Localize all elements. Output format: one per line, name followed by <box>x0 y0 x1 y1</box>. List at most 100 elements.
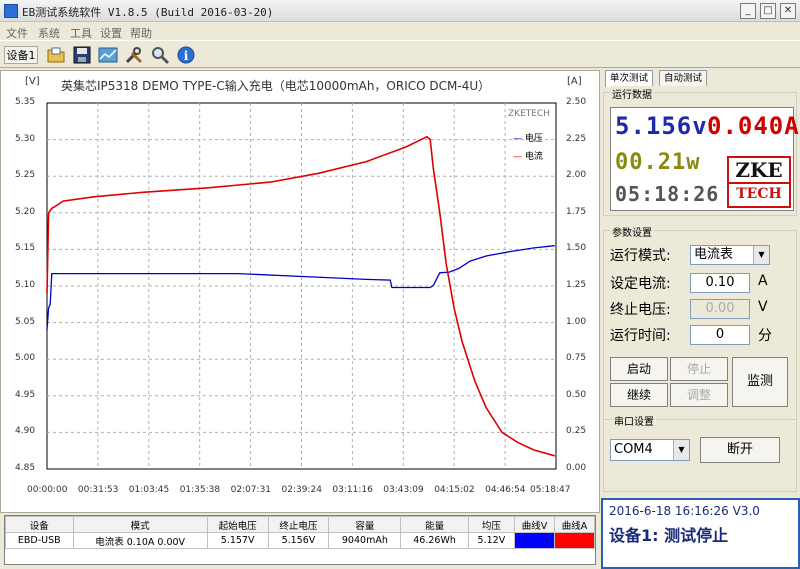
stats-header-row: 设备 模式 起始电压 终止电压 容量 能量 均压 曲线V 曲线A <box>5 516 595 533</box>
chart-plot <box>46 102 557 470</box>
continue-button[interactable]: 继续 <box>610 383 668 407</box>
x-tick-label: 04:46:54 <box>485 485 526 495</box>
y-right-tick-label: 2.50 <box>566 97 587 107</box>
menu-settings[interactable]: 设置 <box>100 25 122 41</box>
y-right-tick-label: 0.75 <box>566 353 587 364</box>
y-right-tick-label: 0.50 <box>566 389 587 400</box>
run-time-label: 运行时间: <box>610 328 671 344</box>
monitor-button[interactable]: 监测 <box>732 357 788 407</box>
cutoff-voltage-unit: V <box>758 299 768 315</box>
legend-voltage: — 电压 <box>513 134 543 144</box>
lcd-display: 5.156v 0.040A 00.21w 05:18:26 ZKE TECH <box>610 107 799 211</box>
chevron-down-icon[interactable]: ▼ <box>753 246 769 264</box>
col-device: 设备 <box>5 516 74 533</box>
serial-title: 串口设置 <box>612 413 656 428</box>
status-box: 2016-6-18 16:16:26 V3.0 设备1: 测试停止 <box>601 498 800 569</box>
save-icon[interactable] <box>72 45 92 65</box>
cell-end-voltage: 5.156V <box>267 532 330 549</box>
x-tick-label: 03:43:09 <box>383 485 424 495</box>
y-left-tick-label: 4.95 <box>15 389 36 400</box>
y-left-tick-label: 5.35 <box>15 97 36 107</box>
x-tick-label: 02:39:24 <box>281 485 322 495</box>
x-tick-label: 00:31:53 <box>77 485 119 495</box>
y-right-tick-label: 1.50 <box>566 243 587 254</box>
set-current-unit: A <box>758 273 768 289</box>
cutoff-voltage-input[interactable]: 0.00 <box>690 299 750 319</box>
x-tick-label: 05:18:47 <box>530 485 571 495</box>
power-readout: 00.21w <box>615 150 701 175</box>
minimize-button[interactable]: _ <box>740 3 756 19</box>
stop-button[interactable]: 停止 <box>670 357 728 381</box>
params-title: 参数设置 <box>610 224 654 239</box>
open-icon[interactable] <box>46 45 66 65</box>
maximize-button[interactable]: □ <box>760 3 776 19</box>
search-icon[interactable] <box>150 45 170 65</box>
y-right-tick-label: 2.00 <box>566 170 587 181</box>
chart-panel: [V] 英集芯IP5318 DEMO TYPE-C输入充电（电芯10000mAh… <box>0 70 600 513</box>
title-bar: EB测试系统软件 V1.8.5 (Build 2016-03-20) _ □ ✕ <box>0 0 800 22</box>
params-group: 参数设置 运行模式: 电流表 ▼ 设定电流: 0.10 A 终止电压: 0.00… <box>603 224 797 492</box>
cell-curve-v-color[interactable] <box>514 532 555 549</box>
com-port-select[interactable]: COM4 ▼ <box>610 439 690 461</box>
x-tick-label: 04:15:02 <box>434 485 475 495</box>
menu-tools[interactable]: 工具 <box>70 25 92 41</box>
cell-energy: 46.26Wh <box>400 532 469 549</box>
legend-current: — 电流 <box>513 152 543 162</box>
x-tick-label: 03:11:16 <box>332 485 373 495</box>
cell-capacity: 9040mAh <box>328 532 402 549</box>
cell-start-voltage: 5.157V <box>206 532 269 549</box>
set-current-label: 设定电流: <box>610 276 671 292</box>
info-icon[interactable]: i <box>176 45 196 65</box>
voltage-readout: 5.156v <box>615 112 708 140</box>
x-tick-label: 01:03:45 <box>128 485 170 495</box>
x-tick-label: 02:07:31 <box>230 485 272 495</box>
status-timestamp: 2016-6-18 16:16:26 V3.0 <box>609 504 760 518</box>
mode-label: 运行模式: <box>610 248 671 264</box>
tab-auto-test[interactable]: 自动测试 <box>659 70 708 86</box>
set-current-input[interactable]: 0.10 <box>690 273 750 293</box>
x-tick-label: 00:00:00 <box>27 485 68 495</box>
device-select-button[interactable]: 设备1 <box>4 46 38 64</box>
app-icon <box>4 4 18 18</box>
chevron-down-icon[interactable]: ▼ <box>673 440 689 460</box>
y-right-tick-label: 2.25 <box>566 133 587 144</box>
menu-system[interactable]: 系统 <box>38 25 60 41</box>
y-left-tick-label: 5.05 <box>15 316 36 327</box>
col-energy: 能量 <box>400 516 469 533</box>
y-right-tick-label: 1.00 <box>566 316 587 327</box>
menu-file[interactable]: 文件 <box>6 25 28 41</box>
svg-text:i: i <box>184 49 189 63</box>
mode-select[interactable]: 电流表 ▼ <box>690 245 770 265</box>
table-row[interactable]: EBD-USB 电流表 0.10A 0.00V 5.157V 5.156V 90… <box>5 532 595 549</box>
y-left-tick-label: 5.30 <box>15 133 36 144</box>
y-left-tick-label: 5.10 <box>15 280 36 290</box>
stats-table: 设备 模式 起始电压 终止电压 容量 能量 均压 曲线V 曲线A EBD-USB… <box>4 515 596 565</box>
menu-help[interactable]: 帮助 <box>130 25 152 41</box>
start-button[interactable]: 启动 <box>610 357 668 381</box>
zke-tech-logo: ZKE TECH <box>727 156 791 208</box>
run-data-group: 运行数据 5.156v 0.040A 00.21w 05:18:26 ZKE T… <box>603 86 799 216</box>
toolbar: 设备1 i <box>0 40 800 68</box>
time-readout: 05:18:26 <box>615 182 720 206</box>
window-title: EB测试系统软件 V1.8.5 (Build 2016-03-20) <box>22 6 274 19</box>
cell-curve-a-color[interactable] <box>554 532 595 549</box>
cutoff-voltage-label: 终止电压: <box>610 302 671 318</box>
y-left-tick-label: 5.25 <box>15 170 36 181</box>
run-time-input[interactable]: 0 <box>690 325 750 345</box>
disconnect-button[interactable]: 断开 <box>700 437 780 463</box>
run-time-unit: 分 <box>758 328 772 344</box>
cell-device: EBD-USB <box>5 532 74 549</box>
col-capacity: 容量 <box>328 516 402 533</box>
chart-watermark: ZKETECH <box>508 109 550 119</box>
adjust-button[interactable]: 调整 <box>670 383 728 407</box>
cell-avg-voltage: 5.12V <box>467 532 516 549</box>
col-curve-v: 曲线V <box>514 516 555 533</box>
tab-single-test[interactable]: 单次测试 <box>605 70 654 87</box>
right-panel: 单次测试 自动测试 运行数据 5.156v 0.040A 00.21w 05:1… <box>601 70 800 569</box>
tools-icon[interactable] <box>124 45 144 65</box>
y-left-tick-label: 5.20 <box>15 206 36 217</box>
close-button[interactable]: ✕ <box>780 3 796 19</box>
y-left-tick-label: 4.90 <box>15 426 36 437</box>
chart-view-icon[interactable] <box>98 45 118 65</box>
menu-bar: 文件 系统 工具 设置 帮助 <box>0 22 800 40</box>
